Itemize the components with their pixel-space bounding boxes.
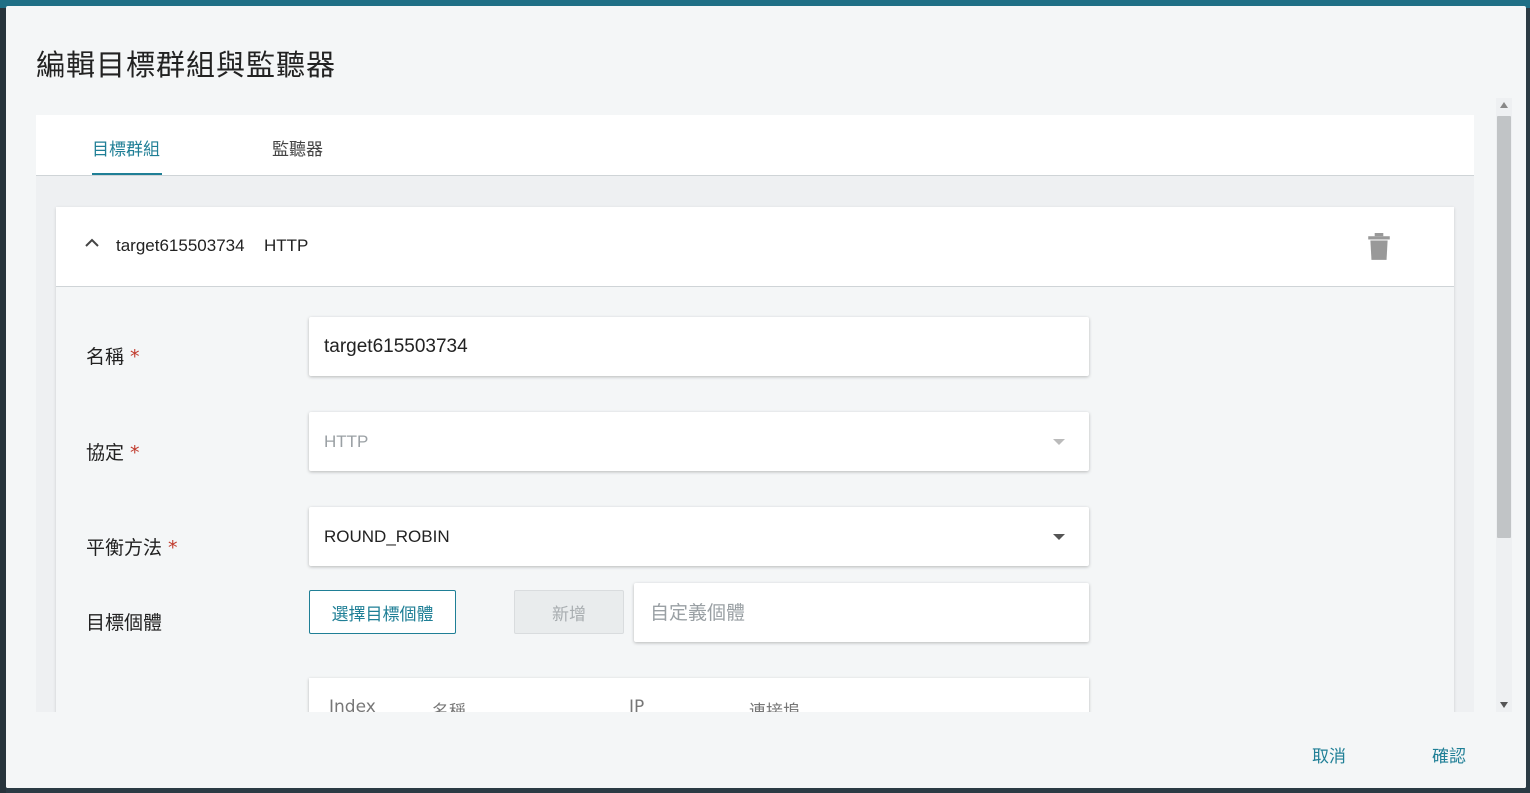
protocol-label: 協定 * [86, 442, 140, 464]
confirm-button[interactable]: 確認 [1432, 742, 1466, 767]
targets-table: Index 名稱 IP 連接埠 [309, 678, 1089, 712]
balance-method-select[interactable]: ROUND_ROBIN [309, 507, 1089, 566]
required-mark: * [130, 442, 140, 464]
target-group-panel: target615503734 HTTP 名稱 * target615503734… [36, 176, 1474, 712]
tab-listener[interactable]: 監聽器 [272, 135, 323, 160]
target-group-card-header[interactable]: target615503734 HTTP [56, 207, 1454, 287]
chevron-up-icon[interactable] [84, 235, 100, 251]
protocol-value: HTTP [324, 432, 369, 451]
caret-down-icon[interactable] [1053, 534, 1065, 540]
custom-target-input[interactable] [634, 583, 1089, 642]
tab-active-indicator [92, 173, 162, 175]
vertical-scrollbar[interactable] [1496, 98, 1512, 712]
caret-down-icon [1053, 439, 1065, 445]
tab-target-group[interactable]: 目標群組 [92, 135, 160, 160]
scroll-down-arrow-icon[interactable] [1500, 702, 1508, 708]
card-header-protocol: HTTP [264, 236, 309, 255]
scroll-up-arrow-icon[interactable] [1500, 102, 1508, 108]
dialog-footer: 取消 確認 [6, 712, 1526, 788]
balance-method-label: 平衡方法 * [86, 537, 178, 559]
card-header-name: target615503734 [116, 236, 245, 255]
target-group-card: target615503734 HTTP 名稱 * target615503734… [56, 207, 1454, 712]
select-targets-button[interactable]: 選擇目標個體 [309, 590, 456, 634]
dialog-title: 編輯目標群組與監聽器 [36, 48, 337, 82]
tabs-bar: 目標群組 監聽器 [36, 115, 1474, 176]
balance-method-value: ROUND_ROBIN [324, 527, 450, 546]
table-header-name: 名稱 [432, 702, 466, 712]
required-mark: * [130, 346, 140, 368]
scrollbar-thumb[interactable] [1497, 116, 1511, 538]
targets-label: 目標個體 [86, 612, 163, 634]
trash-icon[interactable] [1366, 233, 1392, 261]
add-button: 新增 [514, 590, 624, 634]
dialog-content: 目標群組 監聽器 target615503734 HTTP 名稱 * targe… [6, 98, 1526, 712]
table-header-index: Index [329, 697, 376, 712]
protocol-select: HTTP [309, 412, 1089, 471]
name-value: target615503734 [324, 336, 468, 357]
edit-dialog: 編輯目標群組與監聽器 目標群組 監聽器 target615503734 HTTP [6, 6, 1526, 788]
name-label: 名稱 * [86, 346, 140, 368]
table-header-ip: IP [629, 697, 645, 712]
cancel-button[interactable]: 取消 [1312, 742, 1346, 767]
name-field[interactable]: target615503734 [309, 317, 1089, 376]
required-mark: * [168, 537, 178, 559]
table-header-port: 連接埠 [749, 702, 800, 712]
custom-target-field[interactable] [634, 583, 1089, 642]
